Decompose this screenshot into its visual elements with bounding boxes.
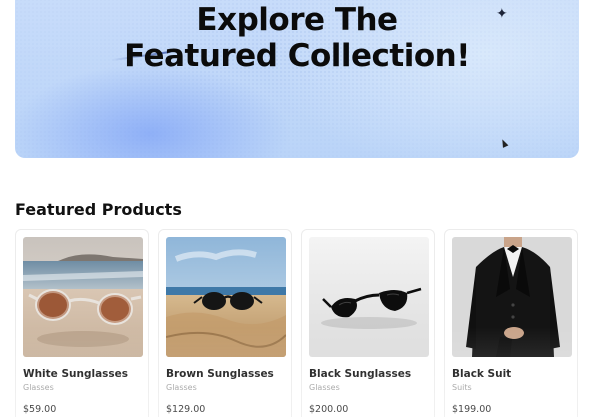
- product-category: Glasses: [166, 383, 197, 392]
- product-image-black-suit[interactable]: [452, 237, 572, 357]
- product-card[interactable]: Black Sunglasses Glasses $200.00: [301, 229, 435, 417]
- product-category: Glasses: [23, 383, 54, 392]
- product-card[interactable]: Black Suit Suits $199.00: [444, 229, 578, 417]
- product-price: $200.00: [309, 404, 349, 415]
- sparkle-icon: ✦: [496, 6, 508, 22]
- section-title-featured-products: Featured Products: [15, 200, 182, 219]
- product-name[interactable]: Brown Sunglasses: [166, 368, 274, 380]
- product-card[interactable]: White Sunglasses Glasses $59.00: [15, 229, 149, 417]
- product-category: Suits: [452, 383, 472, 392]
- hero-title: Explore The Featured Collection!: [15, 2, 579, 74]
- white-sunglasses-image: [23, 237, 143, 357]
- product-image-white-sunglasses[interactable]: [23, 237, 143, 357]
- product-grid: White Sunglasses Glasses $59.00 Brown Su…: [15, 229, 597, 417]
- product-name[interactable]: Black Sunglasses: [309, 368, 411, 380]
- product-name[interactable]: White Sunglasses: [23, 368, 128, 380]
- product-image-brown-sunglasses[interactable]: [166, 237, 286, 357]
- black-suit-image: [452, 237, 572, 357]
- product-category: Glasses: [309, 383, 340, 392]
- black-sunglasses-image: [309, 237, 429, 357]
- product-card[interactable]: Brown Sunglasses Glasses $129.00: [158, 229, 292, 417]
- product-price: $59.00: [23, 404, 57, 415]
- product-name[interactable]: Black Suit: [452, 368, 511, 380]
- hero-title-line2: Featured Collection!: [124, 38, 470, 74]
- brown-sunglasses-image: [166, 237, 286, 357]
- hero-banner: Explore The Featured Collection! ✦: [15, 0, 579, 158]
- product-image-black-sunglasses[interactable]: [309, 237, 429, 357]
- product-price: $129.00: [166, 404, 206, 415]
- product-price: $199.00: [452, 404, 492, 415]
- hero-title-line1: Explore The: [196, 2, 398, 38]
